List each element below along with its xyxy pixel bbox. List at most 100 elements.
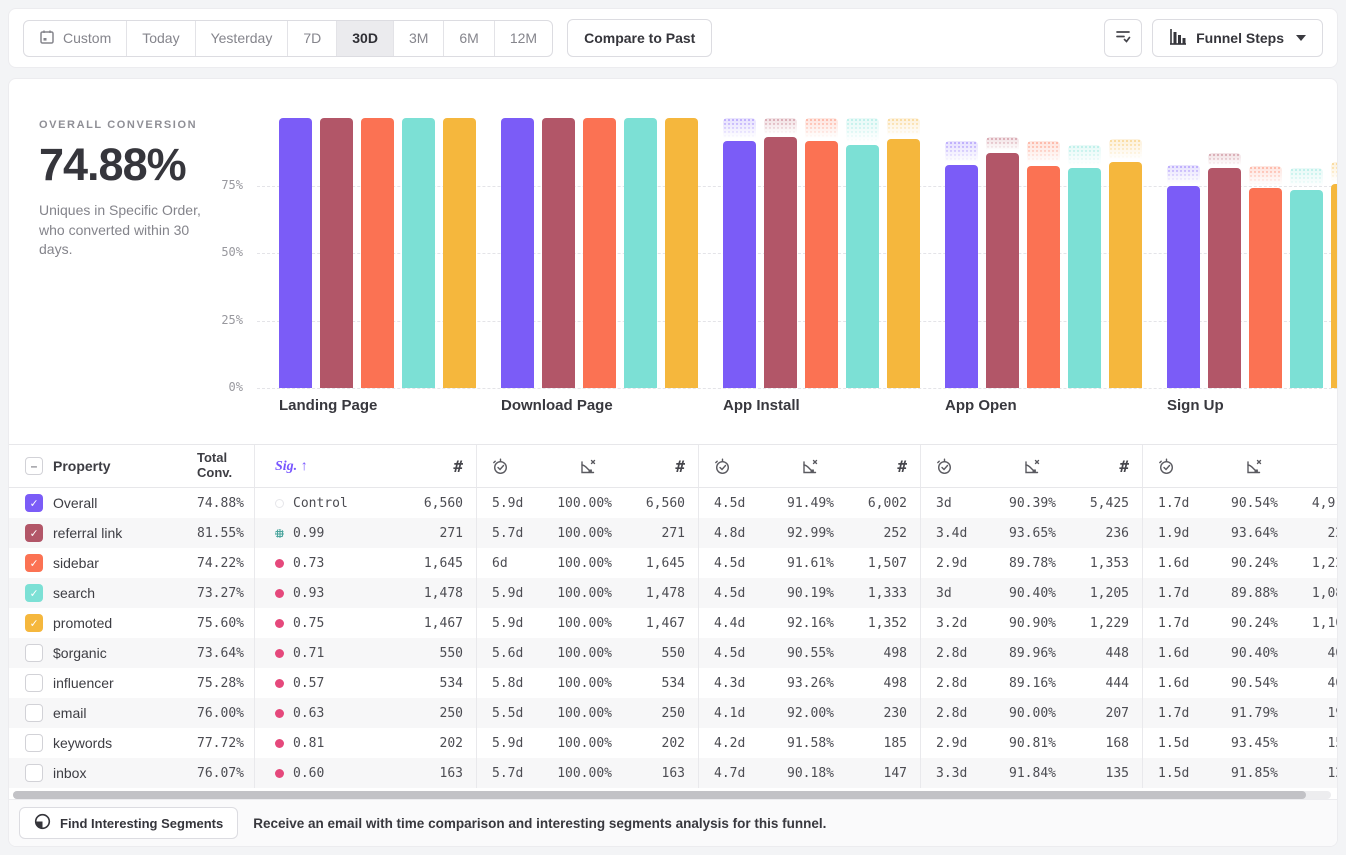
date-range-12m[interactable]: 12M <box>494 21 552 56</box>
calendar-icon <box>39 29 55 48</box>
date-range-6m[interactable]: 6M <box>443 21 493 56</box>
segment-checkbox[interactable]: ✓ <box>25 494 43 512</box>
compare-to-past-button[interactable]: Compare to Past <box>567 19 712 57</box>
bar-search[interactable] <box>1068 168 1101 388</box>
bar-promoted[interactable] <box>443 118 476 388</box>
bar-slot <box>665 118 698 388</box>
bar-referral-link[interactable] <box>986 153 1019 388</box>
date-range-yesterday[interactable]: Yesterday <box>195 21 288 56</box>
bar-sidebar[interactable] <box>805 141 838 388</box>
date-range-7d[interactable]: 7D <box>287 21 336 56</box>
bar-overall[interactable] <box>1167 186 1200 388</box>
bar-promoted[interactable] <box>1109 162 1142 388</box>
total-conv-column-header[interactable]: Total Conv. <box>183 451 254 481</box>
count-icon[interactable]: # <box>820 457 920 476</box>
count-icon[interactable]: # <box>308 457 476 476</box>
avg-time-value: 5.6d <box>477 646 537 661</box>
bar-referral-link[interactable] <box>542 118 575 388</box>
date-range-30d[interactable]: 30D <box>336 21 393 56</box>
step-count: 236 <box>1056 526 1142 541</box>
conversion-rate-value: 100.00% <box>537 766 612 781</box>
avg-time-value: 4.8d <box>699 526 759 541</box>
table-row-search: ✓search73.27%0.931,4785.9d100.00%1,4784.… <box>9 578 1338 608</box>
step-count: 498 <box>834 646 920 661</box>
date-range-3m[interactable]: 3M <box>393 21 443 56</box>
bar-sidebar[interactable] <box>361 118 394 388</box>
step-cells: 5.7d100.00%163 <box>476 758 698 788</box>
segment-checkbox[interactable]: ✓ <box>25 554 43 572</box>
bar-promoted[interactable] <box>665 118 698 388</box>
bar-sidebar[interactable] <box>1249 188 1282 388</box>
avg-time-icon[interactable] <box>1158 458 1175 475</box>
avg-time-icon[interactable] <box>936 458 953 475</box>
significance-dot <box>275 769 284 778</box>
avg-time-icon[interactable] <box>714 458 731 475</box>
bar-search[interactable] <box>402 118 435 388</box>
bar-sidebar[interactable] <box>583 118 616 388</box>
bar-overall[interactable] <box>945 165 978 388</box>
count-icon[interactable]: # <box>1264 457 1338 476</box>
bar-search[interactable] <box>846 145 879 389</box>
bar-overall[interactable] <box>279 118 312 388</box>
bar-promoted[interactable] <box>887 139 920 388</box>
conversion-rate-value: 93.26% <box>759 676 834 691</box>
segment-name: keywords <box>53 735 183 751</box>
funnel-step-group-app-open <box>945 118 1142 388</box>
bar-overall[interactable] <box>723 141 756 388</box>
landing-page-cells: 0.931,478 <box>254 578 476 608</box>
segment-checkbox[interactable] <box>25 704 43 722</box>
bar-referral-link[interactable] <box>1208 168 1241 388</box>
avg-time-value: 5.8d <box>477 676 537 691</box>
count-icon[interactable]: # <box>1042 457 1142 476</box>
bar-slot <box>986 118 1019 388</box>
segment-name: promoted <box>53 615 183 631</box>
gridline <box>257 388 1337 389</box>
conversion-rate-icon[interactable] <box>1245 458 1264 475</box>
segment-checkbox[interactable]: ✓ <box>25 614 43 632</box>
segment-checkbox[interactable]: ✓ <box>25 524 43 542</box>
significance-dot <box>275 679 284 688</box>
find-interesting-segments-button[interactable]: Find Interesting Segments <box>19 807 238 839</box>
total-conversion: 74.22% <box>183 556 254 571</box>
avg-time-value: 2.9d <box>921 736 981 751</box>
chart-options-button[interactable] <box>1104 19 1142 57</box>
segment-checkbox[interactable] <box>25 734 43 752</box>
conversion-rate-value: 90.24% <box>1203 556 1278 571</box>
conversion-rate-value: 100.00% <box>537 676 612 691</box>
step-count: 1,645 <box>324 556 476 571</box>
bar-search[interactable] <box>1290 190 1323 388</box>
select-all-checkbox[interactable]: – <box>25 457 43 475</box>
segment-checkbox[interactable] <box>25 674 43 692</box>
date-range-today[interactable]: Today <box>126 21 194 56</box>
avg-time-value: 3.2d <box>921 616 981 631</box>
bar-referral-link[interactable] <box>320 118 353 388</box>
scrollbar-thumb[interactable] <box>13 791 1306 799</box>
bar-slot <box>1167 118 1200 388</box>
step-count: 6,560 <box>612 496 698 511</box>
bar-referral-link[interactable] <box>764 137 797 388</box>
conversion-rate-icon[interactable] <box>801 458 820 475</box>
segment-checkbox[interactable] <box>25 764 43 782</box>
step-cells: 5.9d100.00%6,560 <box>476 488 698 518</box>
avg-time-value: 4.3d <box>699 676 759 691</box>
bar-sidebar[interactable] <box>1027 166 1060 388</box>
step-count: 1,478 <box>612 586 698 601</box>
conversion-rate-value: 90.54% <box>1203 496 1278 511</box>
conversion-rate-icon[interactable] <box>579 458 598 475</box>
total-conversion: 73.27% <box>183 586 254 601</box>
property-column-header[interactable]: Property <box>53 458 183 474</box>
segment-checkbox[interactable]: ✓ <box>25 584 43 602</box>
horizontal-scrollbar[interactable] <box>13 791 1331 799</box>
bar-overall[interactable] <box>501 118 534 388</box>
bar-search[interactable] <box>624 118 657 388</box>
significance-sort-header[interactable]: Sig. ↑ <box>275 457 308 475</box>
bar-promoted[interactable] <box>1331 184 1338 388</box>
view-selector-button[interactable]: Funnel Steps <box>1152 19 1323 57</box>
segment-checkbox[interactable] <box>25 644 43 662</box>
y-axis-tick-label: 75% <box>9 178 243 192</box>
count-icon[interactable]: # <box>598 457 698 476</box>
date-range-custom[interactable]: Custom <box>24 21 126 56</box>
conversion-rate-icon[interactable] <box>1023 458 1042 475</box>
avg-time-value: 2.9d <box>921 556 981 571</box>
avg-time-icon[interactable] <box>492 458 509 475</box>
